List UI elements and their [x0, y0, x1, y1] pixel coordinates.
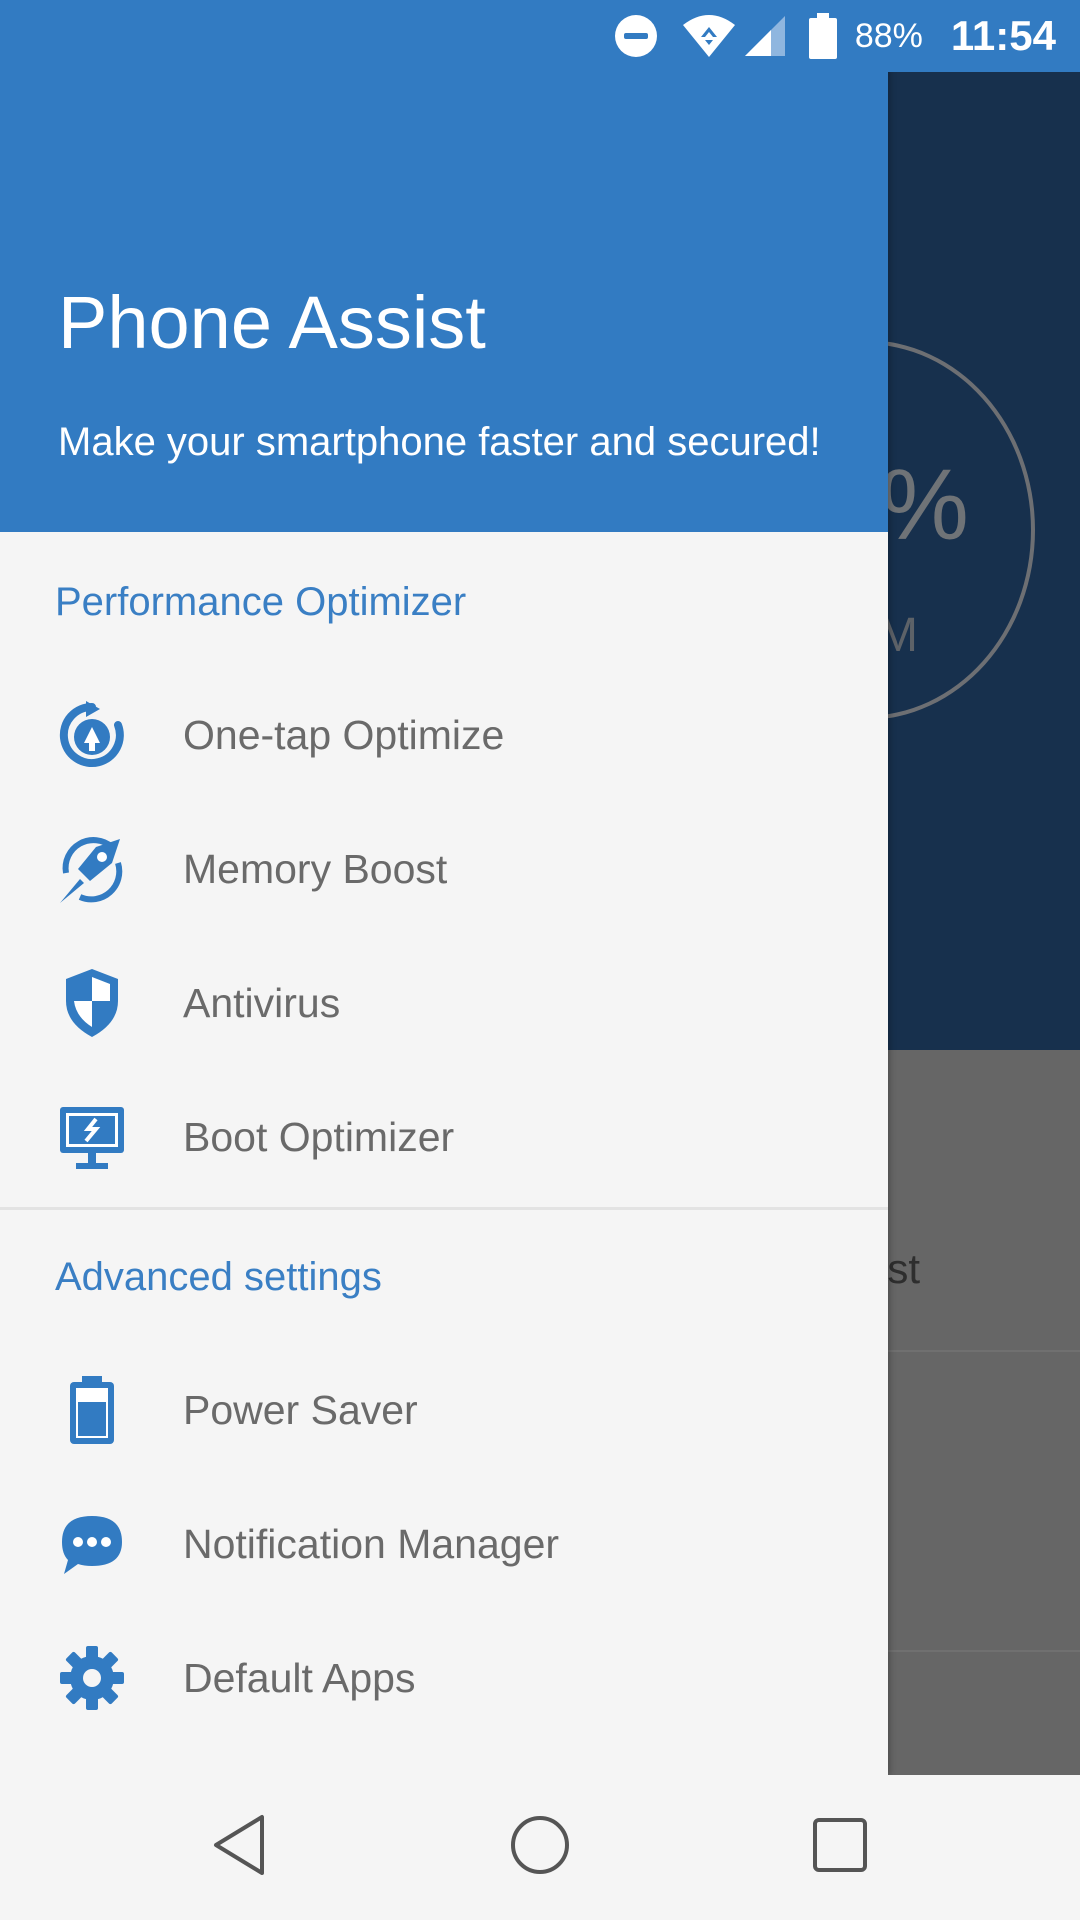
back-icon	[210, 1813, 270, 1882]
cell-signal-icon	[743, 14, 787, 58]
menu-label: Default Apps	[183, 1654, 416, 1701]
menu-label: Memory Boost	[183, 845, 448, 892]
battery-icon	[808, 13, 837, 59]
monitor-icon	[56, 1101, 128, 1173]
shield-icon	[56, 967, 128, 1039]
status-bar: 88% 11:54	[0, 0, 1080, 72]
menu-label: Antivirus	[183, 979, 341, 1026]
drawer-header: Phone Assist Make your smartphone faster…	[0, 0, 888, 532]
navigation-drawer: Phone Assist Make your smartphone faster…	[0, 0, 888, 1775]
clock: 11:54	[950, 12, 1056, 59]
menu-item-one-tap-optimize[interactable]: One-tap Optimize	[0, 668, 888, 802]
battery-percent: 88%	[854, 16, 923, 55]
section-title-advanced: Advanced settings	[55, 1255, 382, 1299]
home-icon	[508, 1813, 572, 1882]
menu-label: Notification Manager	[183, 1520, 560, 1567]
battery-icon	[56, 1374, 128, 1446]
app-subtitle: Make your smartphone faster and secured!	[58, 420, 821, 464]
home-button[interactable]	[470, 1775, 610, 1920]
rocket-icon	[56, 833, 128, 905]
back-button[interactable]	[170, 1775, 310, 1920]
menu-label: Power Saver	[183, 1386, 418, 1433]
recents-icon	[810, 1815, 870, 1880]
menu-item-antivirus[interactable]: Antivirus	[0, 936, 888, 1070]
menu-item-memory-boost[interactable]: Memory Boost	[0, 802, 888, 936]
app-title: Phone Assist	[58, 281, 486, 364]
optimize-icon	[56, 699, 128, 771]
background-ring-value: %	[880, 449, 969, 561]
do-not-disturb-icon	[613, 13, 659, 59]
chat-bubble-icon	[56, 1508, 128, 1580]
wifi-icon	[681, 13, 737, 59]
background-divider	[880, 1650, 1080, 1652]
system-nav-bar	[0, 1775, 1080, 1920]
background-divider	[880, 1350, 1080, 1352]
menu-item-default-apps[interactable]: Default Apps	[0, 1611, 888, 1745]
menu-label: Boot Optimizer	[183, 1113, 455, 1160]
menu-item-notification-manager[interactable]: Notification Manager	[0, 1477, 888, 1611]
section-divider	[0, 1207, 888, 1210]
menu-item-power-saver[interactable]: Power Saver	[0, 1343, 888, 1477]
menu-item-boot-optimizer[interactable]: Boot Optimizer	[0, 1070, 888, 1204]
recents-button[interactable]	[770, 1775, 910, 1920]
menu-label: One-tap Optimize	[183, 711, 505, 758]
section-title-performance: Performance Optimizer	[55, 580, 467, 624]
gear-icon	[56, 1642, 128, 1714]
